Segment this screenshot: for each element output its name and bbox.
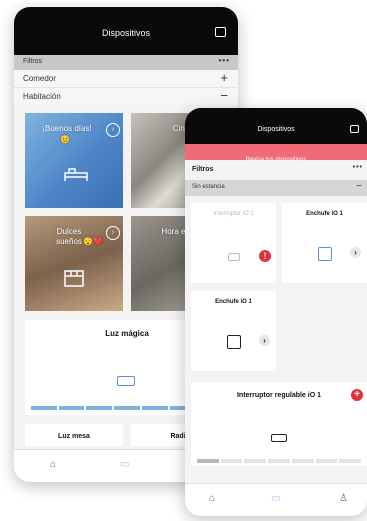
scene-emoji: 😴❤️: [83, 237, 103, 246]
scene-emoji: 😊: [60, 135, 70, 144]
room-label: Comedor: [23, 74, 56, 83]
filters-bar[interactable]: Filtros •••: [185, 160, 367, 180]
plug-icon: [227, 335, 241, 349]
dimmer-level-bar[interactable]: [197, 459, 361, 463]
home-icon[interactable]: ⌂: [209, 493, 215, 504]
level-segment: [339, 459, 361, 463]
room-row-comedor[interactable]: Comedor +: [14, 70, 238, 87]
alert-banner[interactable]: Revisa tus dispositivos: [185, 144, 367, 163]
device-name: Interruptor regulable iO 1: [236, 392, 321, 399]
top-bar: Dispositivos: [185, 108, 367, 144]
chevron-right-icon[interactable]: ›: [259, 335, 270, 346]
chevron-right-icon[interactable]: ›: [350, 247, 361, 258]
bottom-nav: ⌂ ▭ ♙: [185, 483, 367, 516]
lamp-icon: [117, 376, 135, 386]
device-name: Enchufe iO 1: [215, 299, 252, 305]
grid-icon[interactable]: [350, 125, 359, 133]
section-label: Sin estancia: [192, 184, 225, 190]
room-label: Habitación: [23, 92, 61, 101]
section-header[interactable]: Sin estancia −: [185, 180, 367, 196]
filters-label: Filtros: [23, 58, 43, 65]
screen-title: Dispositivos: [257, 126, 295, 133]
expand-icon[interactable]: +: [220, 70, 228, 85]
devices-icon[interactable]: ▭: [120, 459, 129, 470]
scene-arrow-icon[interactable]: ›: [106, 226, 120, 240]
devices-icon[interactable]: ▭: [271, 493, 280, 504]
filters-label: Filtros: [192, 166, 214, 173]
grid-icon[interactable]: [215, 27, 226, 37]
top-bar: Dispositivos: [14, 7, 238, 55]
bed-icon: [64, 168, 88, 181]
device-card-enchufe-2[interactable]: Enchufe iO 1 ›: [191, 291, 276, 371]
device-card-luz-mesa[interactable]: Luz mesa: [25, 424, 123, 446]
phone-front: Dispositivos Revisa tus dispositivos Fil…: [185, 108, 367, 516]
level-segment: [141, 406, 168, 410]
home-icon[interactable]: ⌂: [50, 459, 56, 470]
add-badge[interactable]: +: [351, 389, 363, 401]
level-segment: [291, 459, 314, 463]
level-segment: [31, 406, 57, 410]
collapse-icon[interactable]: −: [220, 88, 228, 103]
error-badge[interactable]: !: [259, 250, 271, 262]
scene-arrow-icon[interactable]: ›: [106, 123, 120, 137]
screen-title: Dispositivos: [101, 28, 150, 38]
more-icon[interactable]: •••: [353, 164, 363, 171]
level-segment: [114, 406, 140, 410]
device-card-interruptor-regulable[interactable]: Interruptor regulable iO 1 +: [191, 382, 367, 466]
device-card-enchufe-1[interactable]: Enchufe iO 1 ›: [282, 203, 367, 283]
scene-tile-dulces-suenos[interactable]: Dulces sueños 😴❤️ ›: [25, 216, 123, 311]
switch-icon: [271, 434, 287, 442]
scene-icon: [64, 270, 84, 287]
collapse-icon[interactable]: −: [356, 181, 362, 192]
user-icon[interactable]: ♙: [339, 493, 348, 504]
level-segment: [315, 459, 338, 463]
level-segment: [86, 406, 113, 410]
level-segment: [244, 459, 267, 463]
room-row-habitacion[interactable]: Habitación −: [14, 87, 238, 105]
device-name: Luz mesa: [58, 433, 90, 440]
device-name: Enchufe iO 1: [306, 211, 343, 217]
filters-bar[interactable]: Filtros •••: [14, 55, 238, 70]
plug-icon: [318, 247, 332, 261]
more-icon[interactable]: •••: [219, 56, 230, 65]
level-segment: [58, 406, 85, 410]
device-name: Interruptor iO 1: [213, 211, 254, 217]
device-card-interruptor[interactable]: Interruptor iO 1 !: [191, 203, 276, 283]
scene-label: ¡Buenos días!: [42, 124, 92, 133]
scene-tile-buenos-dias[interactable]: ¡Buenos días! 😊 ›: [25, 113, 123, 208]
switch-icon: [228, 253, 240, 261]
level-segment: [220, 459, 243, 463]
level-segment: [197, 459, 219, 463]
level-segment: [268, 459, 290, 463]
